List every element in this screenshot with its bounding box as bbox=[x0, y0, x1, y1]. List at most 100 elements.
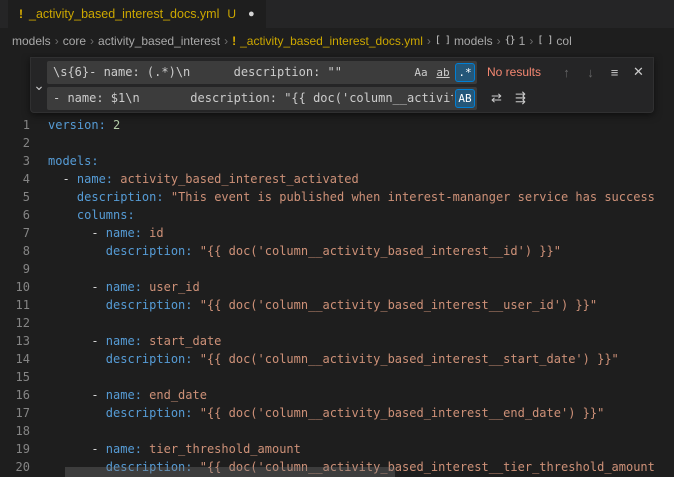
find-widget-rows: \s{6}- name: (.*)\n description: "" Aa a… bbox=[47, 58, 653, 112]
regex-button[interactable]: .* bbox=[455, 63, 475, 82]
chevron-down-icon: ⌄ bbox=[33, 77, 45, 94]
toggle-replace-button[interactable]: ⌄ bbox=[31, 58, 47, 112]
code-line[interactable]: 8 description: "{{ doc('column__activity… bbox=[0, 242, 674, 260]
replace-input-value: - name: $1\n description: "{{ doc('colum… bbox=[53, 91, 453, 105]
tab-filename: _activity_based_interest_docs.yml bbox=[29, 7, 219, 21]
line-number[interactable]: 5 bbox=[0, 188, 48, 206]
line-text bbox=[48, 314, 674, 332]
breadcrumb-label: core bbox=[63, 34, 86, 48]
line-number[interactable]: 3 bbox=[0, 152, 48, 170]
line-text: - name: start_date bbox=[48, 332, 674, 350]
match-case-button[interactable]: Aa bbox=[411, 63, 431, 82]
line-text: - name: end_date bbox=[48, 386, 674, 404]
line-number[interactable]: 17 bbox=[0, 404, 48, 422]
line-number[interactable]: 13 bbox=[0, 332, 48, 350]
line-text bbox=[48, 368, 674, 386]
line-text: description: "{{ doc('column__activity_b… bbox=[48, 242, 674, 260]
vscode-window: ! _activity_based_interest_docs.yml U ● … bbox=[0, 0, 674, 477]
line-number[interactable]: 6 bbox=[0, 206, 48, 224]
find-row: \s{6}- name: (.*)\n description: "" Aa a… bbox=[47, 60, 649, 84]
replace-all-icon: ⇶ bbox=[515, 90, 526, 106]
replace-actions: ⇄ ⇶ bbox=[483, 88, 531, 109]
code-line[interactable]: 3models: bbox=[0, 152, 674, 170]
code-line[interactable]: 2 bbox=[0, 134, 674, 152]
line-text: version: 2 bbox=[48, 116, 674, 134]
breadcrumb-label: models bbox=[454, 34, 493, 48]
arrow-up-icon: ↑ bbox=[563, 65, 570, 80]
line-number[interactable]: 1 bbox=[0, 116, 48, 134]
line-text: description: "{{ doc('column__activity_b… bbox=[48, 350, 674, 368]
line-text: columns: bbox=[48, 206, 674, 224]
code-area[interactable]: 1version: 223models:4 - name: activity_b… bbox=[0, 53, 674, 476]
horizontal-scrollbar[interactable] bbox=[65, 467, 395, 477]
line-number[interactable]: 4 bbox=[0, 170, 48, 188]
unsaved-changes-dot[interactable]: ● bbox=[248, 9, 255, 20]
code-line[interactable]: 7 - name: id bbox=[0, 224, 674, 242]
code-line[interactable]: 13 - name: start_date bbox=[0, 332, 674, 350]
yaml-file-icon: ! bbox=[232, 34, 236, 48]
code-line[interactable]: 5 description: "This event is published … bbox=[0, 188, 674, 206]
code-line[interactable]: 16 - name: end_date bbox=[0, 386, 674, 404]
code-line[interactable]: 14 description: "{{ doc('column__activit… bbox=[0, 350, 674, 368]
line-number[interactable]: 18 bbox=[0, 422, 48, 440]
line-number[interactable]: 7 bbox=[0, 224, 48, 242]
line-number[interactable]: 15 bbox=[0, 368, 48, 386]
code-line[interactable]: 18 bbox=[0, 422, 674, 440]
whole-word-button[interactable]: ab bbox=[433, 63, 453, 82]
find-replace-widget: ⌄ \s{6}- name: (.*)\n description: "" Aa… bbox=[30, 57, 654, 113]
line-number[interactable]: 11 bbox=[0, 296, 48, 314]
find-input[interactable]: \s{6}- name: (.*)\n description: "" Aa a… bbox=[47, 61, 477, 84]
git-status-badge: U bbox=[227, 7, 236, 21]
symbol-array-icon: [ ] bbox=[435, 35, 450, 46]
replace-row: - name: $1\n description: "{{ doc('colum… bbox=[47, 86, 649, 110]
breadcrumb-item-1[interactable]: {}1 bbox=[505, 34, 526, 48]
line-number[interactable]: 2 bbox=[0, 134, 48, 152]
breadcrumb-item-activity_based_interest[interactable]: activity_based_interest bbox=[98, 34, 220, 48]
replace-button[interactable]: ⇄ bbox=[486, 88, 507, 109]
line-text: description: "This event is published wh… bbox=[48, 188, 674, 206]
find-in-selection-button[interactable]: ≡ bbox=[604, 62, 625, 83]
close-find-button[interactable]: ✕ bbox=[628, 62, 649, 83]
breadcrumb-label: _activity_based_interest_docs.yml bbox=[240, 34, 423, 48]
replace-all-button[interactable]: ⇶ bbox=[510, 88, 531, 109]
code-line[interactable]: 4 - name: activity_based_interest_activa… bbox=[0, 170, 674, 188]
breadcrumb-label: 1 bbox=[519, 34, 526, 48]
code-line[interactable]: 6 columns: bbox=[0, 206, 674, 224]
breadcrumb-separator: › bbox=[224, 34, 228, 48]
editor-pane[interactable]: ⌄ \s{6}- name: (.*)\n description: "" Aa… bbox=[0, 53, 674, 477]
code-line[interactable]: 10 - name: user_id bbox=[0, 278, 674, 296]
code-line[interactable]: 9 bbox=[0, 260, 674, 278]
line-number[interactable]: 19 bbox=[0, 440, 48, 458]
line-number[interactable]: 8 bbox=[0, 242, 48, 260]
code-line[interactable]: 11 description: "{{ doc('column__activit… bbox=[0, 296, 674, 314]
next-match-button[interactable]: ↓ bbox=[580, 62, 601, 83]
code-line[interactable]: 1version: 2 bbox=[0, 116, 674, 134]
line-number[interactable]: 14 bbox=[0, 350, 48, 368]
code-line[interactable]: 17 description: "{{ doc('column__activit… bbox=[0, 404, 674, 422]
breadcrumb: models›core›activity_based_interest›!_ac… bbox=[0, 28, 674, 53]
replace-input[interactable]: - name: $1\n description: "{{ doc('colum… bbox=[47, 87, 477, 110]
breadcrumb-label: activity_based_interest bbox=[98, 34, 220, 48]
line-text bbox=[48, 260, 674, 278]
line-number[interactable]: 12 bbox=[0, 314, 48, 332]
breadcrumb-item-models[interactable]: [ ] models bbox=[435, 34, 493, 48]
line-number[interactable]: 20 bbox=[0, 458, 48, 476]
breadcrumb-item-core[interactable]: core bbox=[63, 34, 86, 48]
editor-tab[interactable]: ! _activity_based_interest_docs.yml U ● bbox=[8, 0, 266, 28]
line-text: models: bbox=[48, 152, 674, 170]
previous-match-button[interactable]: ↑ bbox=[556, 62, 577, 83]
preserve-case-button[interactable]: AB bbox=[455, 89, 475, 108]
code-line[interactable]: 19 - name: tier_threshold_amount bbox=[0, 440, 674, 458]
line-text: - name: activity_based_interest_activate… bbox=[48, 170, 674, 188]
line-number[interactable]: 10 bbox=[0, 278, 48, 296]
line-text bbox=[48, 422, 674, 440]
breadcrumb-item-_activity_based_interest_docs.yml[interactable]: ! _activity_based_interest_docs.yml bbox=[232, 34, 423, 48]
line-text: - name: user_id bbox=[48, 278, 674, 296]
line-number[interactable]: 9 bbox=[0, 260, 48, 278]
code-line[interactable]: 12 bbox=[0, 314, 674, 332]
symbol-array-icon: [ ] bbox=[537, 35, 552, 46]
breadcrumb-item-col[interactable]: [ ]col bbox=[537, 34, 571, 48]
line-number[interactable]: 16 bbox=[0, 386, 48, 404]
breadcrumb-item-models[interactable]: models bbox=[12, 34, 51, 48]
code-line[interactable]: 15 bbox=[0, 368, 674, 386]
